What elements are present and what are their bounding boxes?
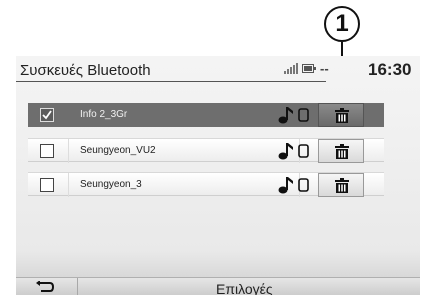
back-arrow-icon <box>36 281 54 292</box>
delete-button[interactable] <box>318 173 364 197</box>
bluetooth-devices-screen: Συσκευές Bluetooth -- 16:30 Info 2_3Gr S… <box>16 56 420 295</box>
options-button[interactable]: Επιλογές <box>216 281 273 295</box>
phone-icon <box>298 178 309 192</box>
trash-icon <box>335 178 349 193</box>
device-checkbox-checked[interactable] <box>40 108 54 122</box>
phone-icon <box>298 144 309 158</box>
trash-icon <box>335 108 349 123</box>
clock: 16:30 <box>368 60 412 79</box>
title-underline <box>16 81 326 82</box>
page-title: Συσκευές Bluetooth <box>20 62 151 79</box>
device-checkbox[interactable] <box>40 144 54 158</box>
device-row-3[interactable]: Seungyeon_3 <box>28 172 384 197</box>
callout-label: 1 <box>335 10 349 37</box>
signal-icon <box>284 63 298 74</box>
bottom-bar: Επιλογές <box>16 277 420 295</box>
delete-button[interactable] <box>318 139 364 163</box>
device-row-1[interactable]: Info 2_3Gr <box>28 103 384 127</box>
music-note-icon <box>278 143 293 160</box>
device-name: Seungyeon_VU2 <box>80 145 156 156</box>
header-bar: Συσκευές Bluetooth -- 16:30 <box>16 56 420 86</box>
trash-icon <box>335 144 349 159</box>
music-note-icon <box>278 177 293 194</box>
status-dashes: -- <box>320 61 329 76</box>
callout-marker: 1 <box>324 6 360 42</box>
device-row-2[interactable]: Seungyeon_VU2 <box>28 138 384 163</box>
back-button[interactable] <box>16 278 78 295</box>
device-checkbox[interactable] <box>40 178 54 192</box>
device-name: Seungyeon_3 <box>80 179 142 190</box>
delete-button[interactable] <box>318 103 364 127</box>
phone-icon <box>298 108 309 122</box>
battery-icon <box>302 64 316 73</box>
device-name: Info 2_3Gr <box>80 109 128 120</box>
music-note-icon <box>278 107 293 124</box>
checkmark-icon <box>42 110 52 120</box>
